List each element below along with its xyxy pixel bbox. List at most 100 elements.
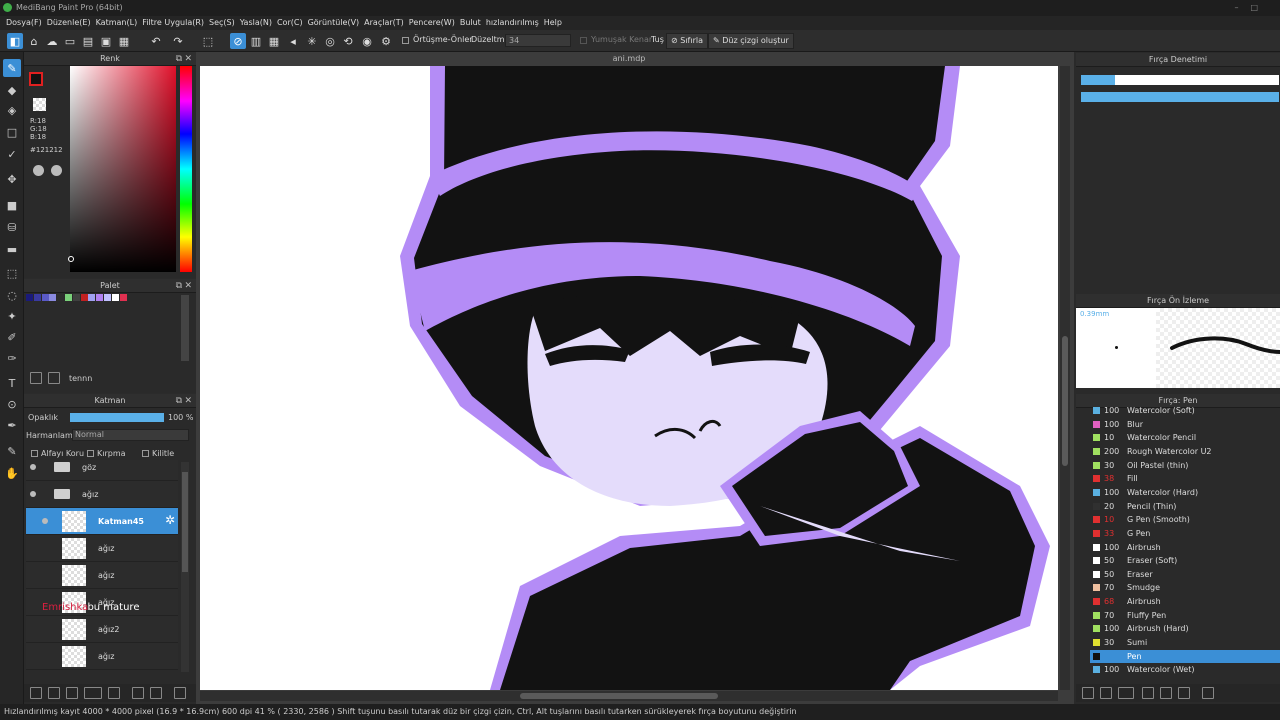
brush-item[interactable]: 70 Fluffy Pen	[1090, 609, 1280, 622]
brush-tool-icon[interactable]: ✎	[3, 59, 21, 77]
redo-icon[interactable]: ↷	[170, 33, 186, 49]
antialias-checkbox[interactable]	[402, 37, 409, 44]
lasso-tool-icon[interactable]: ◌	[3, 286, 21, 304]
snap-off-icon[interactable]: ⊘	[230, 33, 246, 49]
document-icon[interactable]: ▤	[80, 33, 96, 49]
menu-layer[interactable]: Katman(L)	[96, 16, 143, 30]
pen-tool-icon[interactable]: ✒	[3, 416, 21, 434]
palette-scrollbar[interactable]	[181, 295, 189, 361]
menu-window[interactable]: Pencere(W)	[409, 16, 460, 30]
brush-item[interactable]: 50 Eraser (Soft)	[1090, 554, 1280, 567]
brush-item[interactable]: 10 Watercolor Pencil	[1090, 431, 1280, 444]
brush-delete-icon[interactable]	[1202, 687, 1214, 699]
palette-swatch[interactable]	[119, 294, 127, 301]
panel-close-icon[interactable]: ✕	[184, 52, 192, 66]
panel-popout-icon[interactable]: ⧉	[176, 279, 182, 293]
new-layer-icon[interactable]	[30, 687, 42, 699]
brush-item[interactable]: Pen	[1090, 649, 1280, 663]
lock-checkbox[interactable]	[142, 450, 149, 457]
layer-folder-agiz[interactable]: ağız	[26, 481, 178, 508]
settings-snap-icon[interactable]: ⚙	[378, 33, 394, 49]
select-eraser-icon[interactable]: ✑	[3, 349, 21, 367]
brush-item[interactable]: 100 Airbrush	[1090, 541, 1280, 554]
bucket-tool-icon[interactable]: ⛁	[3, 218, 21, 236]
palette-delete-icon[interactable]	[48, 372, 60, 384]
deselect-icon[interactable]: ⬚	[200, 33, 216, 49]
dot-eraser-icon[interactable]: ◈	[3, 101, 21, 119]
radial-snap-icon[interactable]: ✳	[304, 33, 320, 49]
palette-swatch[interactable]	[104, 294, 111, 301]
fill-rect-icon[interactable]: ■	[3, 196, 21, 214]
eraser-tool-icon[interactable]: ◆	[3, 81, 21, 99]
palette-swatch[interactable]	[33, 294, 41, 301]
clipping-checkbox[interactable]	[87, 450, 94, 457]
select-tool-icon[interactable]: ⬚	[3, 264, 21, 282]
magic-wand-icon[interactable]: ✦	[3, 307, 21, 325]
ellipse-snap-icon[interactable]: ◉	[359, 33, 375, 49]
brush-item[interactable]: 38 Fill	[1090, 472, 1280, 485]
menu-select[interactable]: Seç(S)	[209, 16, 240, 30]
opacity-slider[interactable]	[70, 413, 164, 422]
brush-cloud-icon[interactable]	[1082, 687, 1094, 699]
visibility-icon[interactable]	[42, 518, 48, 524]
palette-swatch[interactable]	[49, 294, 57, 301]
menu-file[interactable]: Dosya(F)	[6, 16, 47, 30]
brush-opacity-slider[interactable]	[1081, 92, 1279, 102]
palette-swatch[interactable]	[88, 294, 96, 301]
alpha-protect-checkbox[interactable]	[31, 450, 38, 457]
brush-duplicate-icon[interactable]	[1178, 687, 1190, 699]
layer-scrollbar[interactable]	[181, 462, 189, 672]
dropper-tool-icon[interactable]: ⊙	[3, 395, 21, 413]
menu-edit[interactable]: Düzenle(E)	[47, 16, 96, 30]
layer-item[interactable]: ağız	[26, 643, 178, 670]
panel-close-icon[interactable]: ✕	[184, 279, 192, 293]
correction-select[interactable]: 34	[505, 34, 571, 47]
layer-item-selected[interactable]: Katman45 ✲	[26, 508, 178, 535]
layer-item[interactable]: ağız	[26, 562, 178, 589]
palette-add-icon[interactable]	[30, 372, 42, 384]
layer-settings-gear-icon[interactable]: ✲	[165, 513, 175, 527]
blend-select[interactable]: Normal	[72, 429, 189, 441]
panel-close-icon[interactable]: ✕	[184, 394, 192, 408]
horizontal-scrollbar[interactable]	[200, 691, 1058, 701]
color-wheel-icon[interactable]	[33, 165, 44, 176]
menu-color[interactable]: Cor(C)	[277, 16, 308, 30]
color-add-icon[interactable]	[51, 165, 62, 176]
foreground-color-swatch[interactable]	[29, 72, 43, 86]
brush-item[interactable]: 10 G Pen (Smooth)	[1090, 513, 1280, 526]
layer-item[interactable]: ağız	[26, 535, 178, 562]
brush-add-icon[interactable]	[1100, 687, 1112, 699]
cross-snap-icon[interactable]: ▦	[266, 33, 282, 49]
reset-button[interactable]: ⊘ Sıfırla	[666, 33, 709, 49]
background-color-swatch[interactable]	[33, 98, 46, 111]
palette-swatch[interactable]	[26, 294, 33, 301]
document-tab[interactable]: ani.mdp	[200, 53, 1058, 65]
brush-item[interactable]: 30 Oil Pastel (thin)	[1090, 459, 1280, 472]
select-pen-icon[interactable]: ✐	[3, 328, 21, 346]
brush-item[interactable]: 70 Smudge	[1090, 581, 1280, 594]
palette-swatch[interactable]	[57, 294, 65, 301]
add-layer-dropdown-icon[interactable]	[84, 687, 102, 699]
cloud-icon[interactable]: ☁	[44, 33, 60, 49]
brush-item[interactable]: 68 Airbrush	[1090, 595, 1280, 608]
delete-layer-icon[interactable]	[174, 687, 186, 699]
curve-snap-icon[interactable]: ⟲	[340, 33, 356, 49]
brush-item[interactable]: 50 Eraser	[1090, 568, 1280, 581]
duplicate-layer-icon[interactable]	[132, 687, 144, 699]
undo-icon[interactable]: ↶	[148, 33, 164, 49]
brush-item[interactable]: 30 Sumi	[1090, 636, 1280, 649]
gradient-tool-icon[interactable]: ▬	[3, 240, 21, 258]
palette-swatch[interactable]	[72, 294, 80, 301]
save-icon[interactable]: ▣	[98, 33, 114, 49]
color-picker-handle[interactable]	[68, 256, 74, 262]
parallel-snap-icon[interactable]: ▥	[248, 33, 264, 49]
circle-snap-icon[interactable]: ◎	[322, 33, 338, 49]
menu-accelerated[interactable]: hızlandırılmış	[486, 16, 544, 30]
brush-add-dropdown-icon[interactable]	[1118, 687, 1134, 699]
menu-view[interactable]: Görüntüle(V)	[308, 16, 365, 30]
visibility-icon[interactable]	[30, 491, 36, 497]
menu-tools[interactable]: Araçlar(T)	[364, 16, 409, 30]
visibility-icon[interactable]	[30, 464, 36, 470]
palette-swatch[interactable]	[96, 294, 104, 301]
vertical-scrollbar[interactable]	[1060, 66, 1070, 690]
